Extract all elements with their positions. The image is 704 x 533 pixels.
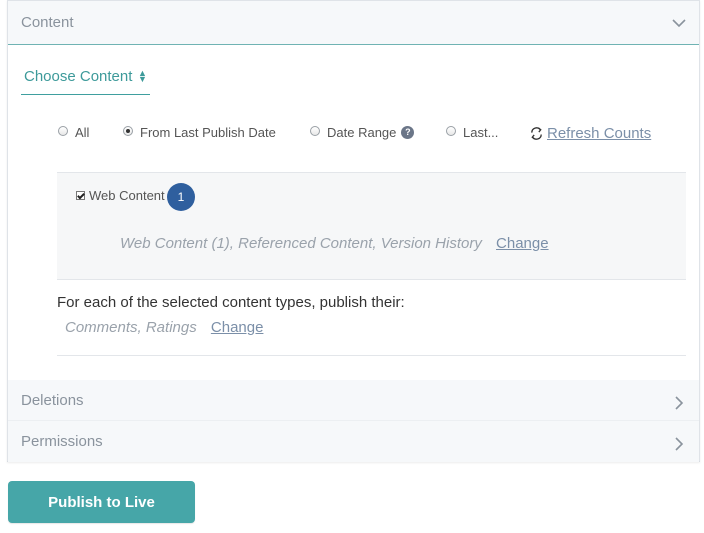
radio-all-circle[interactable] [58,125,68,136]
web-content-summary: Web Content (1), Referenced Content, Ver… [120,235,549,252]
web-content-label[interactable]: Web Content [89,188,165,203]
radio-last-label: Last... [463,125,499,140]
content-section-title: Content [21,14,74,31]
publish-their-summary: Comments, Ratings Change [65,319,263,336]
content-section-header[interactable]: Content [8,1,699,45]
radio-last[interactable]: Last... [446,125,498,140]
web-content-summary-text: Web Content (1), Referenced Content, Ver… [120,235,482,252]
choose-content-dropdown[interactable]: Choose Content ▲ ▼ [21,67,150,95]
choose-content-label: Choose Content [24,68,133,85]
web-content-box: Web Content 1 Web Content (1), Reference… [57,172,686,280]
deletions-section-header[interactable]: Deletions [8,380,699,421]
publish-their-text: For each of the selected content types, … [57,294,405,311]
web-content-checkbox[interactable] [76,191,85,200]
radio-from-last-publish-date[interactable]: From Last Publish Date [123,125,276,140]
refresh-counts-link[interactable]: Refresh Counts [529,125,651,142]
radio-all[interactable]: All [58,125,89,140]
radio-from-last-publish-circle[interactable] [123,125,133,136]
sort-arrows-icon: ▲ ▼ [138,68,147,84]
radio-date-range-circle[interactable] [310,125,320,136]
publish-options-panel: Content Choose Content ▲ ▼ All From Last … [7,0,700,462]
refresh-counts-label[interactable]: Refresh Counts [547,125,651,142]
radio-all-label: All [75,125,90,140]
chevron-right-icon[interactable] [671,436,687,452]
publish-their-summary-text: Comments, Ratings [65,319,197,336]
web-content-count-badge: 1 [167,183,195,211]
publish-their-change-link[interactable]: Change [211,319,264,336]
help-icon[interactable]: ? [401,126,415,139]
radio-date-range-label: Date Range [327,125,397,140]
radio-last-circle[interactable] [446,125,456,136]
radio-from-last-publish-label: From Last Publish Date [140,125,276,140]
refresh-icon [531,127,542,140]
permissions-section-header[interactable]: Permissions [8,421,699,462]
publish-to-live-button[interactable]: Publish to Live [8,481,195,523]
chevron-down-icon[interactable] [671,15,687,31]
deletions-section-title: Deletions [21,392,84,409]
chevron-right-icon[interactable] [671,395,687,411]
date-range-options: All From Last Publish Date Date Range ? … [8,125,699,145]
radio-date-range[interactable]: Date Range ? [310,125,415,140]
divider [57,355,686,356]
web-content-change-link[interactable]: Change [496,235,549,252]
permissions-section-title: Permissions [21,433,103,450]
